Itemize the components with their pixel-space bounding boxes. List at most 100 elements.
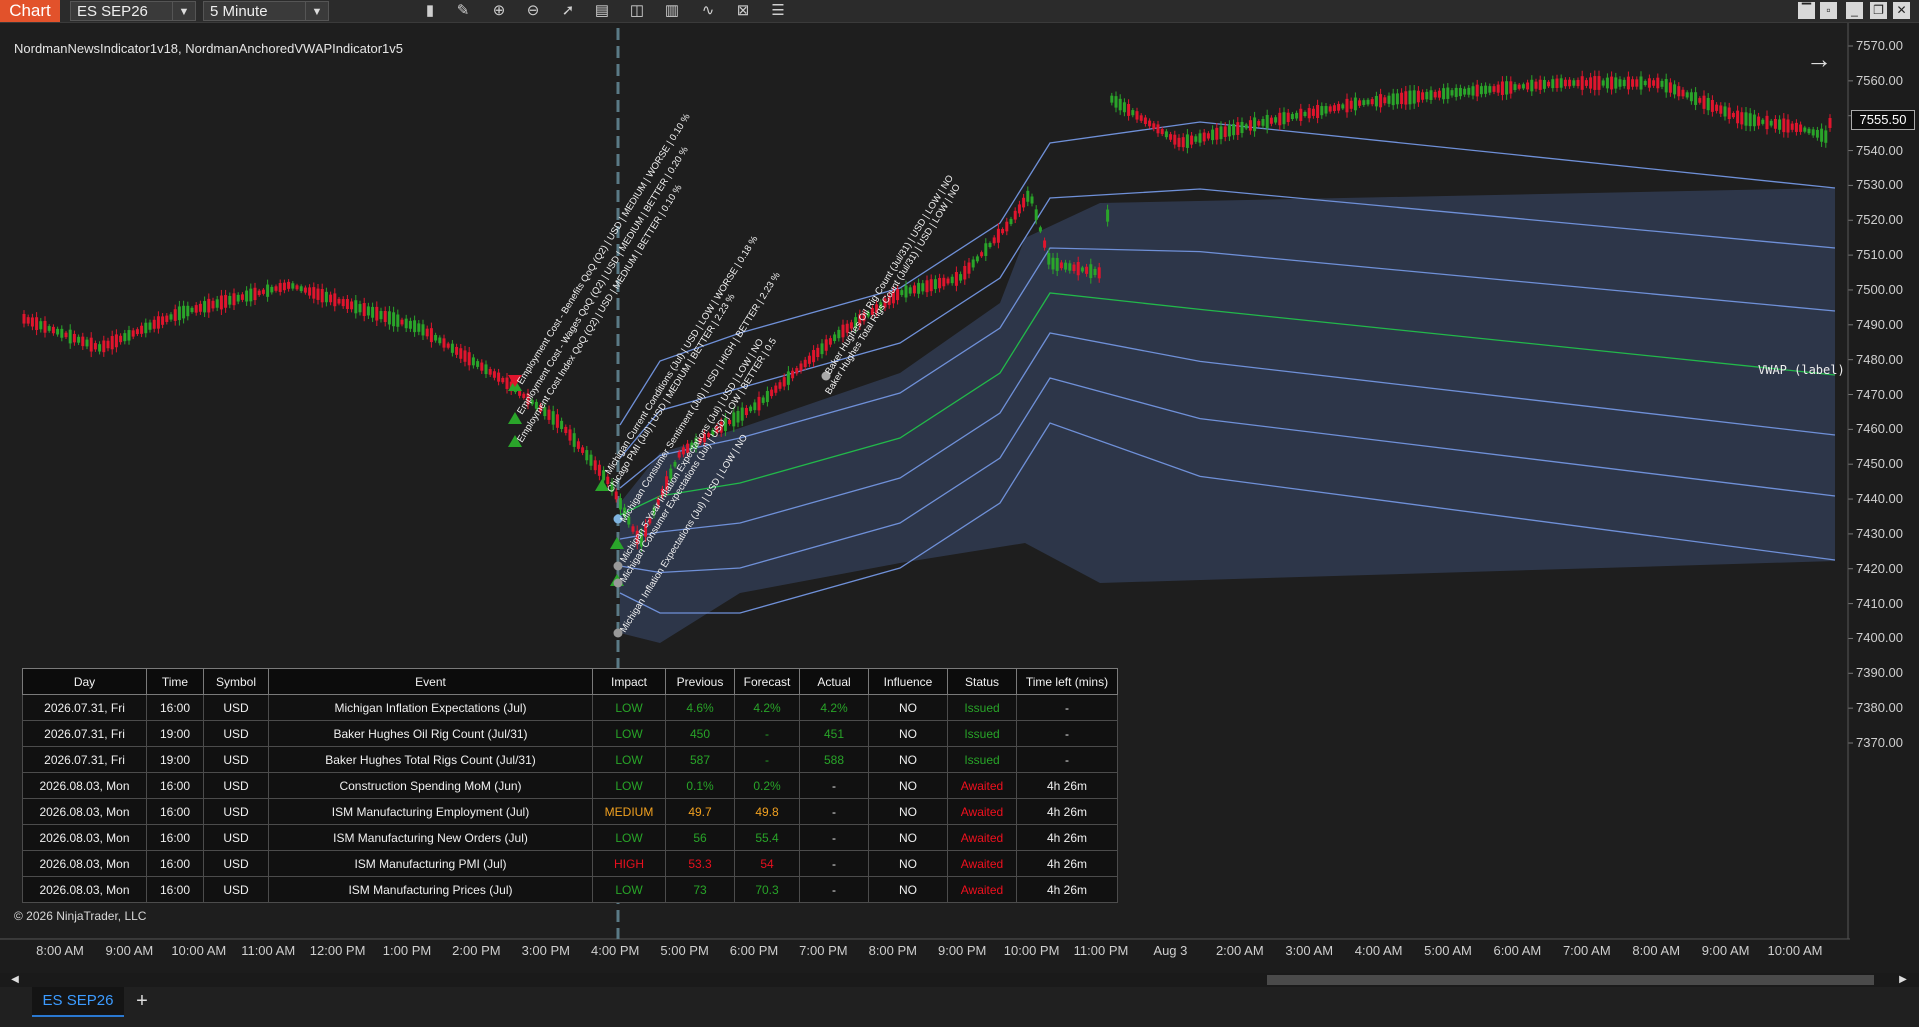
candle-body [820,343,824,355]
candle-body [1387,95,1391,104]
candle-body [1408,90,1412,105]
candle-body [1500,81,1504,95]
instrument-selector[interactable]: ES SEP26 ▼ [70,1,196,21]
candle-body [152,319,156,329]
minimize-icon[interactable]: ▔ [1798,2,1815,19]
candle-body [1051,257,1055,270]
price-axis[interactable]: 7570.007560.007550.007540.007530.007520.… [1848,23,1919,953]
candle-body [114,334,118,348]
zoom-in-icon[interactable]: ⊕ [488,1,510,21]
pointer-icon[interactable]: ➚ [557,1,579,21]
table-cell: NO [868,746,948,773]
candle-body [1097,267,1101,279]
table-cell: 16:00 [146,824,204,851]
candle-body [996,228,1000,243]
tab-es-sep26[interactable]: ES SEP26 [32,987,124,1017]
time-axis[interactable]: 8:00 AM 9:00 AM 10:00 AM 11:00 AM 12:00 PM 1:… [0,939,1850,963]
time-tick-label: 8:00 AM [1632,943,1681,958]
table-cell: 19:00 [146,746,204,773]
strategies-icon[interactable]: ∿ [697,1,719,21]
candle-body [1744,112,1748,126]
candle-body [1093,268,1097,276]
table-header-cell: Impact [592,668,666,695]
candle-body [950,276,954,284]
candle-body [1471,86,1475,96]
candle-body [1395,93,1399,105]
data-box-icon[interactable]: ▤ [591,1,613,21]
drawing-tool-icon[interactable]: ✎ [452,1,474,21]
candle-body [366,306,370,316]
close-icon[interactable]: ✕ [1893,2,1910,19]
table-cell: 2026.07.31, Fri [22,694,147,721]
candle-body [375,306,379,321]
candle-body [1299,108,1303,121]
candle-body [812,350,816,363]
interval-selector[interactable]: 5 Minute ▼ [203,1,329,21]
properties-icon[interactable]: ☰ [767,1,789,21]
table-cell: 2026.08.03, Mon [22,876,147,903]
chart-panel[interactable]: Employment Cost - Benefits QoQ (Q2) | US… [0,23,1919,973]
candle-body [123,333,127,342]
time-tick-label: 11:00 AM [241,943,296,958]
arrow-right-icon[interactable]: → [1806,45,1834,73]
candle-body [270,286,274,293]
candle-body [312,287,316,299]
time-tick-label: 5:00 AM [1424,943,1472,958]
candle-body [900,290,904,295]
restore-window-icon[interactable]: ❐ [1870,2,1887,19]
candle-body [266,284,270,297]
candle-body [1038,227,1042,232]
maximize-icon[interactable]: _ [1846,2,1863,19]
chevron-down-icon[interactable]: ▼ [305,2,328,20]
candle-body [1811,129,1815,136]
scroll-thumb[interactable] [1267,975,1874,985]
candle-body [1349,100,1353,109]
scroll-left-icon[interactable]: ◀ [8,973,22,987]
table-cell: 4h 26m [1016,850,1118,877]
table-cell: USD [203,824,269,851]
chevron-down-icon[interactable]: ▼ [172,2,195,20]
templates-icon[interactable]: ⊠ [732,1,754,21]
scroll-right-icon[interactable]: ▶ [1896,973,1910,987]
candle-body [1055,257,1059,271]
candle-body [106,340,110,349]
candle-body [1295,112,1299,119]
candle-body [1664,79,1668,93]
horizontal-scrollbar[interactable]: ◀ ▶ [0,973,1919,987]
candle-body [1731,113,1735,118]
candle-body [219,295,223,310]
candle-body [1366,99,1370,105]
candle-body [85,339,89,347]
time-tick-label: 3:00 PM [521,943,571,958]
candle-body [589,454,593,466]
candle-body [438,337,442,344]
candle-body [1576,79,1580,87]
candle-body [408,320,412,329]
table-cell: NO [868,798,948,825]
chart-style-icon[interactable]: ◫ [626,1,648,21]
candle-body [1156,124,1160,134]
candle-body [1072,264,1076,272]
candle-body [1022,197,1026,208]
candle-body [1194,136,1198,142]
candle-body [299,286,303,292]
indicators-icon[interactable]: ▥ [661,1,683,21]
table-cell: 450 [665,720,735,747]
candle-body [379,311,383,320]
news-table: Day Time Symbol Event Impact Previous Forecast… [22,668,1118,903]
candle-body [459,348,463,359]
zoom-out-icon[interactable]: ⊖ [522,1,544,21]
add-tab-button[interactable]: + [128,987,156,1015]
candle-body [211,300,215,309]
candle-body [1043,240,1047,248]
candle-body [1332,105,1336,112]
table-cell: LOW [592,824,666,851]
bar-type-icon[interactable]: ▮ [419,1,441,21]
candle-body [1769,120,1773,126]
candle-body [1689,92,1693,102]
candle-body [1673,84,1677,95]
chart-app-tab[interactable]: Chart [0,0,60,22]
candle-body [467,352,471,366]
restore-icon[interactable]: ▫ [1820,2,1837,19]
price-tick-label: 7370.00 [1856,735,1903,750]
